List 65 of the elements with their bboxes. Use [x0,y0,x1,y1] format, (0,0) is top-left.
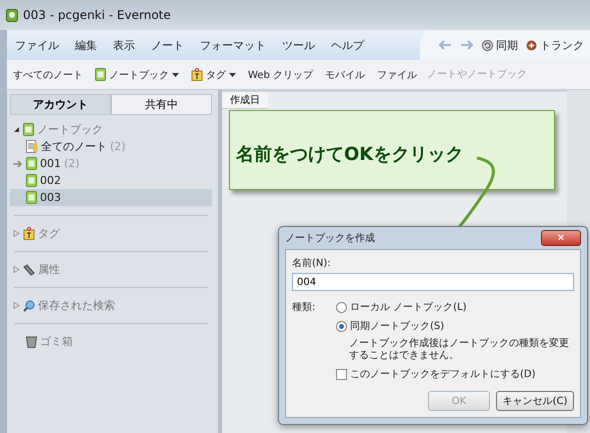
menu-item[interactable]: ヘルプ [323,38,372,52]
notebook-icon [95,68,106,81]
ruler-icon [23,264,35,276]
menu-item[interactable]: フォーマット [192,38,274,52]
dialog-title: ノートブックを作成 [285,232,375,245]
toolbar-item[interactable]: ノートブック [89,68,185,82]
tree-label: 003 [40,191,61,204]
tree-item[interactable]: ノートブック [10,121,212,138]
toolbar-item[interactable]: Web クリップ [242,68,319,82]
radio-icon[interactable] [336,320,347,332]
sidebar-tab[interactable]: アカウント [10,94,111,115]
menu-item[interactable]: ファイル [7,38,67,52]
sync-icon [482,40,493,50]
search-icon [23,300,35,312]
radio-option[interactable]: 同期ノートブック(S) [336,319,574,333]
toolbar-item[interactable]: ファイル [370,68,423,82]
notes-icon [26,140,38,153]
toolbar-item[interactable]: すべてのノート [7,68,89,82]
collapsed-icon[interactable] [13,266,20,273]
dialog-button[interactable]: キャンセル(C) [496,391,574,411]
tree-item[interactable]: タグ [10,225,212,242]
name-label: 名前(N): [292,257,332,270]
notebook-icon [26,174,37,187]
notebook-icon [26,191,37,204]
tree-item[interactable]: 001 (2) [10,155,212,172]
tag-icon [23,227,35,240]
note-text: ノートブック作成後はノートブックの種類を変更することはできません。 [348,338,570,362]
menu-item[interactable]: 表示 [105,38,143,52]
note-count: (2) [64,157,80,170]
trunk-button[interactable]: トランク [526,38,584,52]
type-label: 種類: [292,300,316,315]
checkbox-option[interactable]: このノートブックをデフォルトにする(D) [336,367,574,381]
radio-option[interactable]: ローカル ノートブック(L) [336,300,574,314]
notebook-icon [26,157,37,170]
tag-icon [191,68,203,81]
menu-item[interactable]: 編集 [67,38,105,52]
checkbox[interactable] [336,368,347,380]
toolbar-item[interactable]: タグ [185,68,242,82]
menu-item[interactable]: ノート [143,38,192,52]
tree-label: 001 [40,157,61,170]
notebook-icon [23,123,34,136]
column-header[interactable]: 作成日 [222,92,268,109]
plus-circle-icon [526,40,537,50]
tree-item[interactable]: 全てのノート (2) [10,138,212,155]
back-arrow-icon[interactable] [438,40,452,50]
trash-icon [26,336,37,348]
note-count: (2) [110,140,126,153]
search-field[interactable]: ノートやノートブック [426,69,535,80]
menu-item[interactable]: ツール [274,38,323,52]
radio-icon[interactable] [336,302,347,312]
collapsed-icon[interactable] [13,302,20,309]
toolbar-item[interactable]: モバイル [318,68,371,82]
expanded-icon[interactable] [13,126,20,133]
tree-item[interactable]: 002 [10,172,212,189]
collapsed-icon[interactable] [13,230,20,237]
sync-button[interactable]: 同期 [482,38,518,52]
caret-icon [172,72,179,76]
window-title: 003 - pcgenki - Evernote [23,8,171,22]
caret-icon [229,72,236,76]
sidebar-tab[interactable]: 共有中 [111,94,212,115]
tree-label: 002 [40,174,61,187]
forward-arrow-icon[interactable] [460,40,474,50]
tree-item[interactable]: 003 [10,189,212,206]
tree-label: 全てのノート [41,139,107,154]
callout-note: 名前をつけてOKをクリック [229,110,555,190]
